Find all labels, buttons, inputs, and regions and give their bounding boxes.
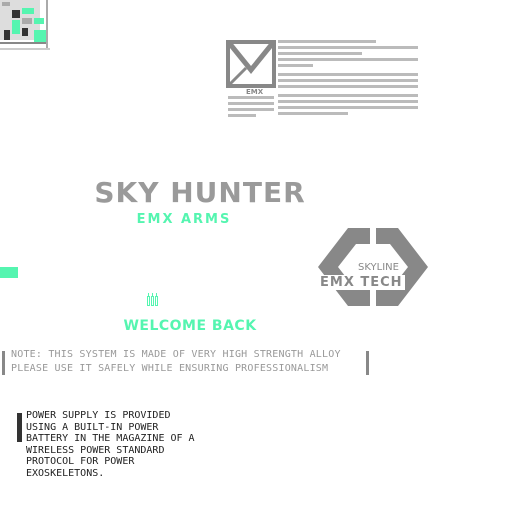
note-line-1: NOTE: THIS SYSTEM IS MADE OF VERY HIGH S…: [11, 349, 341, 360]
power-bar: [17, 413, 22, 442]
note-right-bar: [366, 351, 369, 375]
logo-top-label: SKYLINE: [356, 262, 401, 273]
note-left-bar: [2, 351, 5, 375]
note-text: NOTE: THIS SYSTEM IS MADE OF VERY HIGH S…: [11, 348, 341, 376]
note-line-2: PLEASE USE IT SAFELY WHILE ENSURING PROF…: [11, 363, 329, 374]
power-text: POWER SUPPLY IS PROVIDED USING A BUILT-I…: [26, 410, 195, 479]
logo-main-label: EMX TECH: [318, 275, 405, 290]
